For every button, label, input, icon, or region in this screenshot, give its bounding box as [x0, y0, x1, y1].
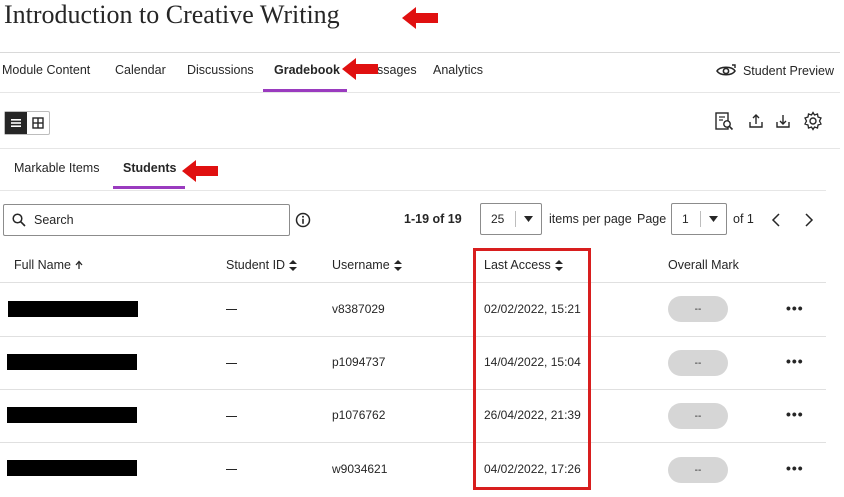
grid-icon	[32, 117, 44, 129]
overall-mark-pill[interactable]: --	[668, 350, 728, 376]
student-id-empty	[226, 309, 237, 310]
results-range: 1-19 of 19	[404, 212, 462, 226]
col-username[interactable]: Username	[332, 258, 402, 272]
view-toggle[interactable]	[4, 111, 50, 135]
document-search-icon	[715, 112, 734, 131]
nav-analytics[interactable]: Analytics	[433, 63, 483, 77]
tab-students[interactable]: Students	[123, 161, 176, 175]
chevron-right-icon[interactable]	[804, 212, 814, 228]
page-value: 1	[682, 212, 689, 226]
upload-icon	[749, 114, 763, 128]
col-overall-mark: Overall Mark	[668, 258, 739, 272]
col-full-name-label: Full Name	[14, 258, 71, 272]
username-cell: p1076762	[332, 408, 386, 422]
settings-button[interactable]	[802, 110, 824, 132]
more-options-button[interactable]: •••	[786, 300, 804, 316]
redacted-name	[7, 354, 137, 370]
list-icon	[11, 119, 21, 127]
nav-module-content[interactable]: Module Content	[2, 63, 90, 77]
items-per-page-value: 25	[491, 212, 505, 226]
username-cell: p1094737	[332, 355, 386, 369]
annotation-arrow-icon	[342, 58, 378, 80]
caret-down-icon	[524, 216, 533, 222]
grid-view-button[interactable]	[27, 112, 49, 134]
caret-down-icon	[709, 216, 718, 222]
page-title: Introduction to Creative Writing	[4, 0, 340, 29]
annotation-highlight-box	[473, 248, 591, 490]
grading-search-button[interactable]	[713, 110, 735, 132]
page-of-label: of 1	[733, 212, 754, 226]
col-full-name[interactable]: Full Name	[14, 258, 83, 272]
overall-mark-pill[interactable]: --	[668, 296, 728, 322]
upload-button[interactable]	[745, 110, 767, 132]
annotation-arrow-icon	[402, 7, 438, 29]
student-preview-button[interactable]: Student Preview	[715, 63, 834, 79]
col-overall-mark-label: Overall Mark	[668, 258, 739, 272]
page-select[interactable]: 1	[671, 203, 727, 235]
more-options-button[interactable]: •••	[786, 353, 804, 369]
gear-icon	[804, 111, 822, 131]
eye-refresh-icon	[716, 64, 736, 76]
search-placeholder: Search	[34, 213, 74, 227]
items-per-page-label: items per page	[549, 212, 632, 226]
redacted-name	[8, 301, 138, 317]
arrow-up-icon	[75, 260, 83, 269]
more-options-button[interactable]: •••	[786, 460, 804, 476]
nav-discussions[interactable]: Discussions	[187, 63, 254, 77]
list-view-button[interactable]	[5, 112, 27, 134]
username-cell: v8387029	[332, 302, 385, 316]
redacted-name	[7, 460, 137, 476]
search-icon	[12, 213, 26, 227]
sort-icon	[393, 259, 402, 271]
student-id-empty	[226, 363, 237, 364]
nav-messages[interactable]: ssages	[377, 63, 417, 77]
col-student-id[interactable]: Student ID	[226, 258, 298, 272]
items-per-page-select[interactable]: 25	[480, 203, 542, 235]
sort-icon	[289, 259, 298, 271]
tab-markable-items[interactable]: Markable Items	[14, 161, 99, 175]
nav-gradebook[interactable]: Gradebook	[274, 63, 340, 77]
overall-mark-pill[interactable]: --	[668, 403, 728, 429]
download-icon	[776, 115, 790, 128]
overall-mark-pill[interactable]: --	[668, 457, 728, 483]
search-input[interactable]: Search	[3, 204, 290, 236]
col-student-id-label: Student ID	[226, 258, 286, 272]
download-button[interactable]	[772, 110, 794, 132]
page-label: Page	[637, 212, 667, 226]
annotation-arrow-icon	[182, 160, 218, 182]
chevron-left-icon[interactable]	[771, 212, 781, 228]
more-options-button[interactable]: •••	[786, 406, 804, 422]
col-username-label: Username	[332, 258, 390, 272]
info-icon[interactable]	[295, 212, 311, 228]
username-cell: w9034621	[332, 462, 388, 476]
nav-calendar[interactable]: Calendar	[115, 63, 166, 77]
student-id-empty	[226, 469, 237, 470]
student-id-empty	[226, 416, 237, 417]
redacted-name	[7, 407, 137, 423]
subtab-active-indicator	[113, 186, 185, 189]
student-preview-label: Student Preview	[742, 64, 834, 78]
